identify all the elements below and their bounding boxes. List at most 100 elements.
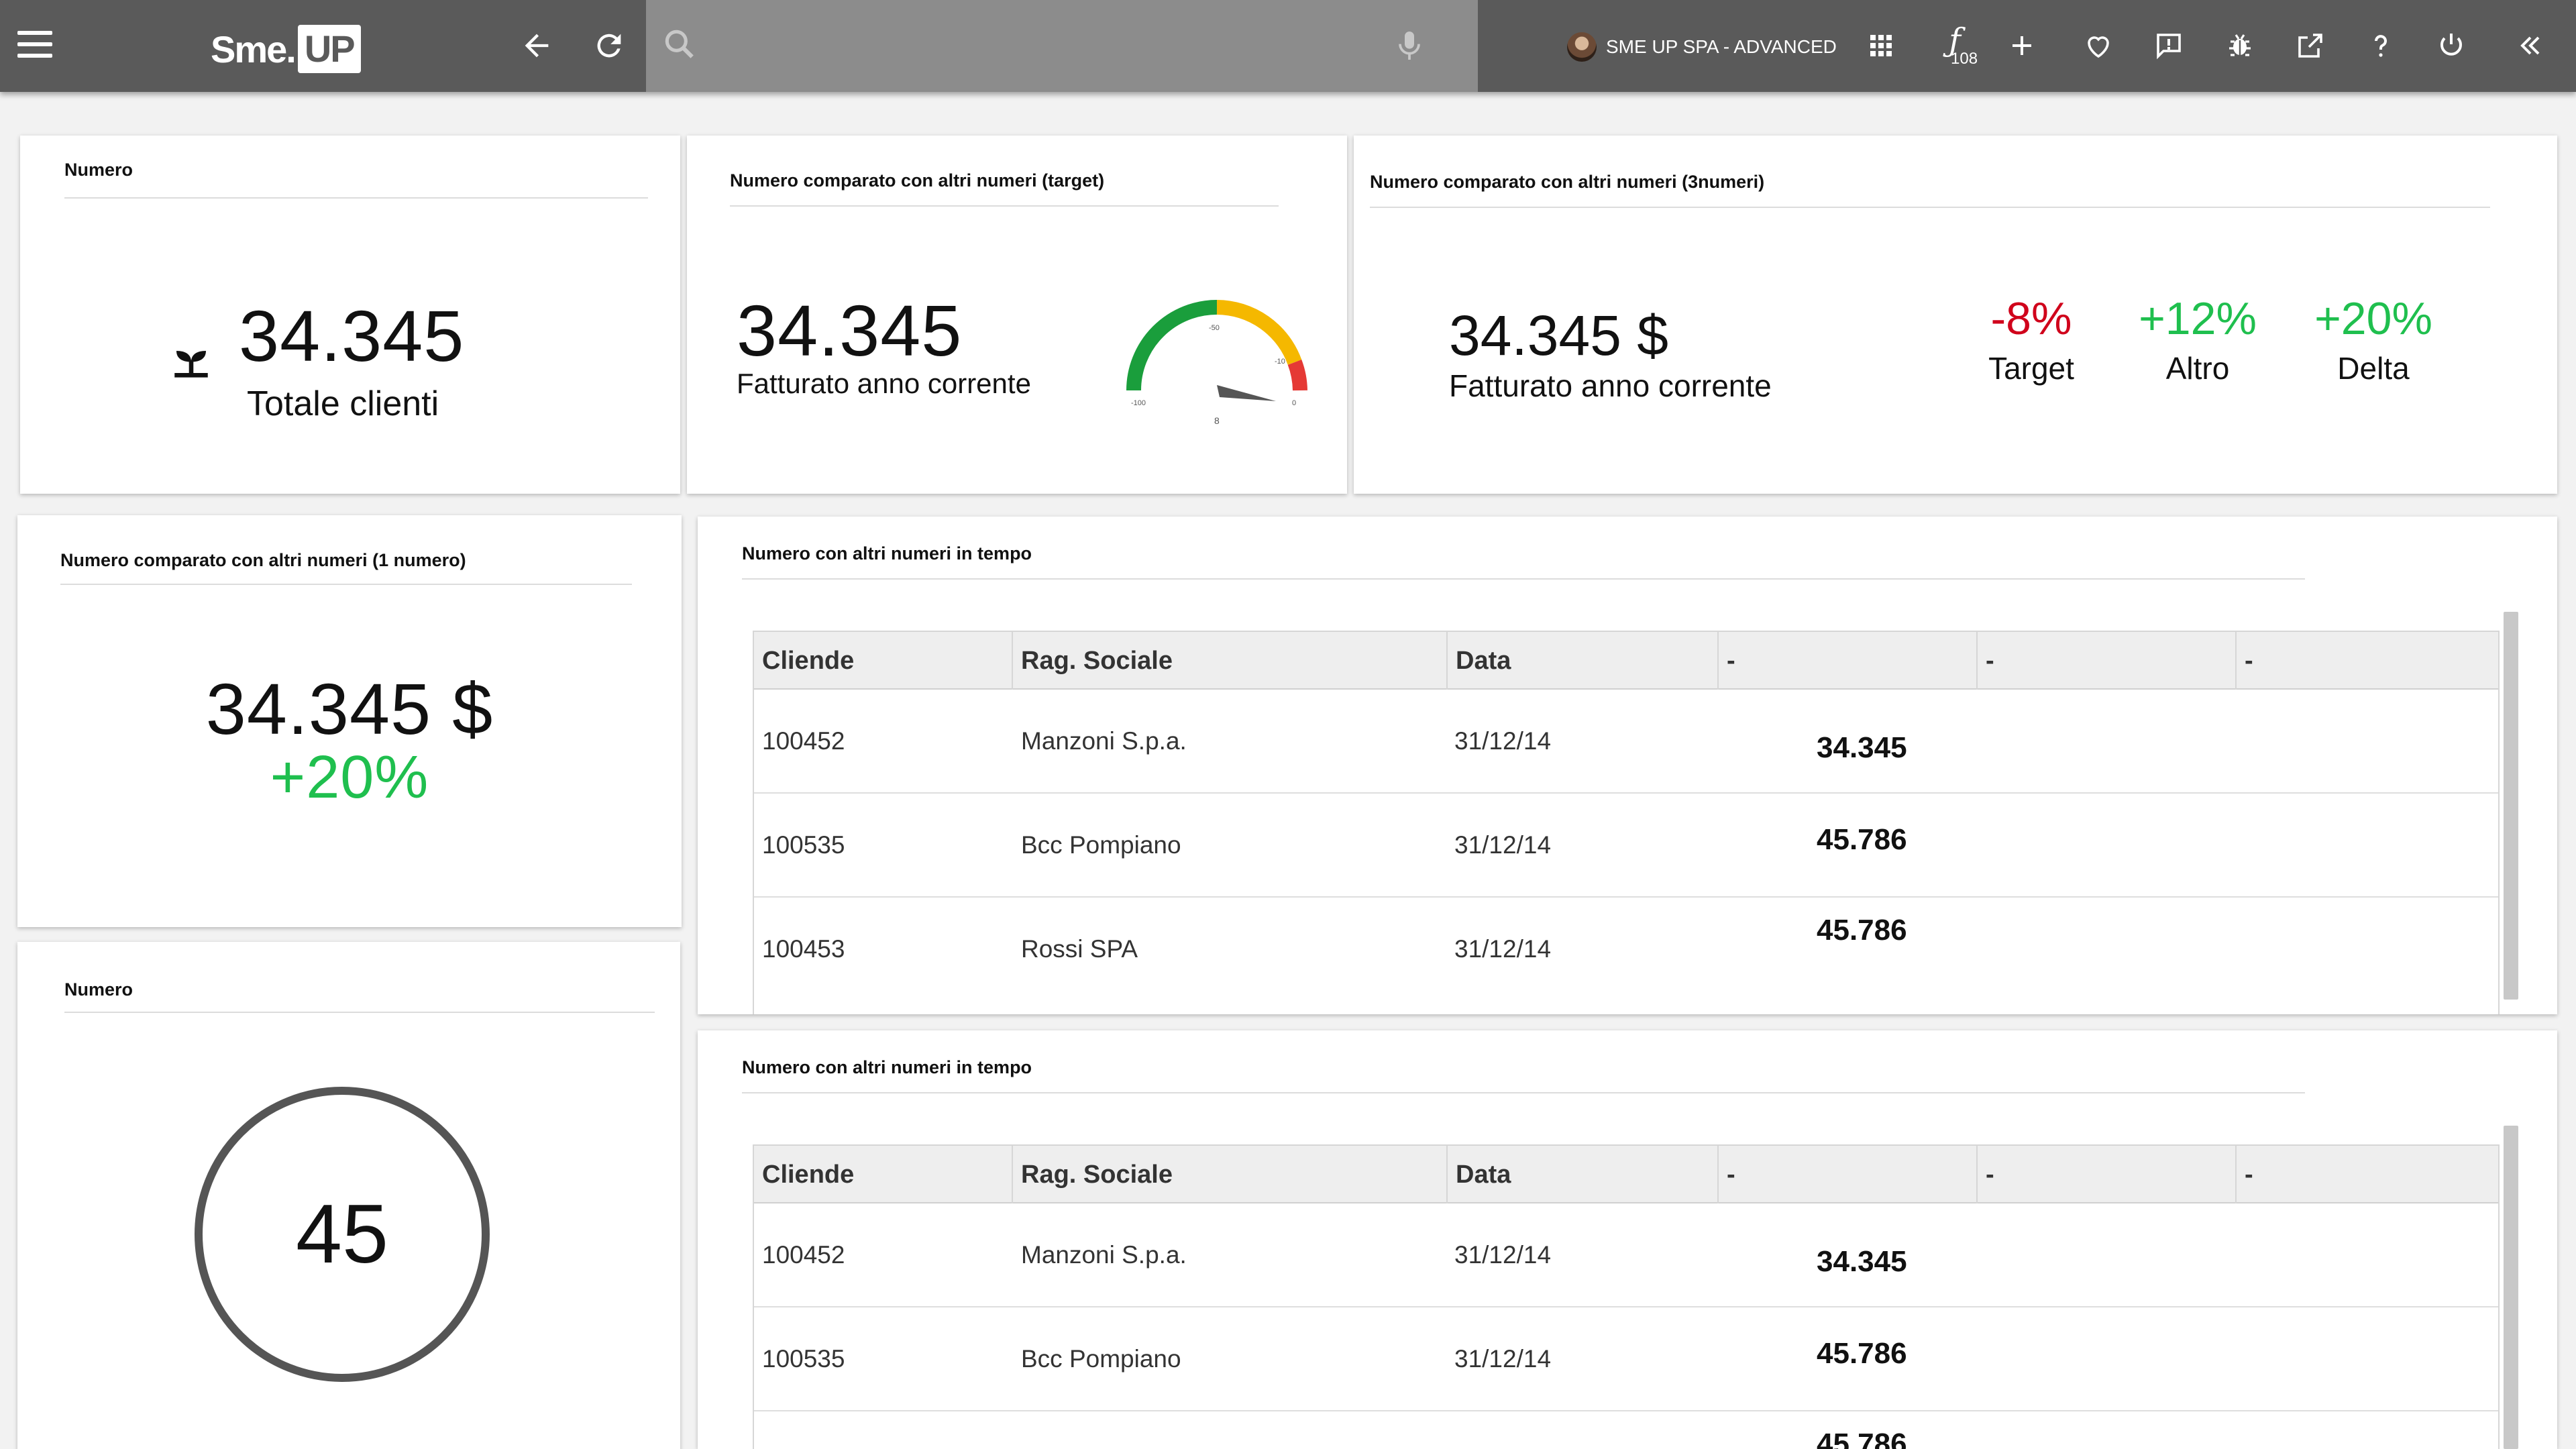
cell-name: Rossi SPA xyxy=(1021,935,1138,963)
card-title: Numero comparato con altri numeri (targe… xyxy=(730,170,1105,191)
cell-code: 100452 xyxy=(762,727,845,755)
cell-value: 45.786 xyxy=(1817,823,1907,856)
metric-altro-label: Altro xyxy=(2165,351,2230,386)
user-label: SME UP SPA - ADVANCED xyxy=(1606,36,1837,57)
table-row[interactable]: 100453 Rossi SPA 31/12/14 45.786 xyxy=(754,898,2498,1002)
microphone-icon[interactable] xyxy=(1391,25,1428,66)
vertical-scrollbar[interactable] xyxy=(2504,1126,2518,1449)
card-one-number: Numero comparato con altri numeri (1 num… xyxy=(17,515,682,927)
metric-delta-label: Delta xyxy=(2337,351,2410,386)
card-title: Numero con altri numeri in tempo xyxy=(742,1057,1032,1077)
search-icon xyxy=(665,30,694,58)
table-row[interactable]: 100452 Manzoni S.p.a. 31/12/14 34.345 xyxy=(754,690,2498,794)
menu-icon[interactable] xyxy=(13,25,56,63)
user-menu[interactable]: SME UP SPA - ADVANCED xyxy=(1567,31,1837,63)
kpi-label: Fatturato anno corrente xyxy=(737,368,1031,399)
table-header: Cliende Rag. Sociale Data - - - xyxy=(754,632,2498,690)
kpi-value: 34.345 xyxy=(239,295,465,376)
metric-delta-value: +20% xyxy=(2314,293,2432,344)
power-icon[interactable] xyxy=(2431,25,2471,66)
gauge-red xyxy=(1287,360,1307,391)
add-icon[interactable] xyxy=(2002,25,2042,66)
cell-value: 34.345 xyxy=(1817,731,1907,764)
search-bar[interactable] xyxy=(646,0,1478,92)
cell-value: 45.786 xyxy=(1817,1337,1907,1370)
column-header-dash-2[interactable]: - xyxy=(1978,1146,2237,1203)
divider xyxy=(1370,207,2490,208)
card-numero: Numero 34.345 Totale clienti xyxy=(20,136,680,494)
cell-value: 45.786 xyxy=(1817,1428,1907,1449)
bug-icon[interactable] xyxy=(2220,25,2260,66)
column-header-rag-sociale[interactable]: Rag. Sociale xyxy=(1013,632,1448,690)
vertical-scrollbar[interactable] xyxy=(2504,612,2518,1000)
kpi-value: 34.345 xyxy=(737,290,963,371)
kpi-label: Fatturato anno corrente xyxy=(1449,368,1772,403)
card-circle-number: Numero 45 xyxy=(17,942,680,1449)
card-table-2: Numero con altri numeri in tempo Cliende… xyxy=(698,1030,2557,1449)
cell-date: 31/12/14 xyxy=(1454,831,1552,859)
divider xyxy=(64,1012,655,1013)
column-header-cliende[interactable]: Cliende xyxy=(754,1146,1013,1203)
function-icon[interactable]: ƒ 108 xyxy=(1935,20,1978,68)
table-row[interactable]: 100535 Bcc Pompiano 31/12/14 45.786 xyxy=(754,1307,2498,1411)
column-header-dash-2[interactable]: - xyxy=(1978,632,2237,690)
feedback-icon[interactable] xyxy=(2149,25,2189,66)
cell-date: 31/12/14 xyxy=(1454,1241,1552,1269)
gauge-yellow xyxy=(1216,300,1302,365)
table-header: Cliende Rag. Sociale Data - - - xyxy=(754,1146,2498,1203)
help-icon[interactable] xyxy=(2361,25,2401,66)
card-table-1: Numero con altri numeri in tempo Cliende… xyxy=(698,517,2557,1014)
seedling-icon xyxy=(174,351,208,378)
metric-target-label: Target xyxy=(1988,351,2074,386)
number-circle: 45 xyxy=(195,1087,490,1382)
gauge-chart: -100 -50 -10 0 8 xyxy=(1126,300,1307,426)
kpi-label: Totale clienti xyxy=(247,384,439,423)
data-table: Cliende Rag. Sociale Data - - - 100452 M… xyxy=(753,1144,2500,1449)
table-row[interactable]: 100535 Bcc Pompiano 31/12/14 45.786 xyxy=(754,794,2498,898)
divider xyxy=(730,205,1279,207)
table-row[interactable]: 100452 Manzoni S.p.a. 31/12/14 34.345 xyxy=(754,1203,2498,1307)
heart-icon[interactable] xyxy=(2078,25,2118,66)
back-arrow-icon[interactable] xyxy=(515,24,558,67)
circle-value: 45 xyxy=(296,1188,388,1281)
column-header-dash-1[interactable]: - xyxy=(1719,632,1978,690)
logo-box: UP xyxy=(297,25,361,73)
top-bar: Sme. UP SME UP SPA - ADVANCED ƒ 108 xyxy=(0,0,2576,92)
card-target: Numero comparato con altri numeri (targe… xyxy=(687,136,1347,494)
divider xyxy=(64,197,648,199)
column-header-dash-3[interactable]: - xyxy=(2237,632,2498,690)
cell-name: Bcc Pompiano xyxy=(1021,1345,1181,1373)
app-logo[interactable]: Sme. UP xyxy=(211,23,361,74)
open-external-icon[interactable] xyxy=(2290,25,2330,66)
kpi-value: 34.345 $ xyxy=(1449,304,1668,367)
data-table: Cliende Rag. Sociale Data - - - 100452 M… xyxy=(753,631,2500,1014)
gauge-value-label: 8 xyxy=(1214,415,1220,426)
gauge-min-label: -100 xyxy=(1131,399,1146,407)
cell-code: 100535 xyxy=(762,1345,845,1373)
gauge-warn-label: -10 xyxy=(1275,358,1285,366)
gauge-green xyxy=(1126,300,1218,391)
column-header-dash-1[interactable]: - xyxy=(1719,1146,1978,1203)
collapse-icon[interactable] xyxy=(2510,25,2551,66)
table-row[interactable]: 45.786 xyxy=(754,1411,2498,1449)
column-header-dash-3[interactable]: - xyxy=(2237,1146,2498,1203)
kpi-value: 34.345 $ xyxy=(205,668,494,749)
column-header-data[interactable]: Data xyxy=(1448,1146,1719,1203)
divider xyxy=(742,578,2305,580)
cell-date: 31/12/14 xyxy=(1454,1345,1552,1373)
cell-name: Manzoni S.p.a. xyxy=(1021,1241,1187,1269)
search-input[interactable] xyxy=(710,20,1381,71)
column-header-cliende[interactable]: Cliende xyxy=(754,632,1013,690)
column-header-rag-sociale[interactable]: Rag. Sociale xyxy=(1013,1146,1448,1203)
kpi-delta: +20% xyxy=(270,744,429,811)
cell-code: 100535 xyxy=(762,831,845,859)
cell-value: 45.786 xyxy=(1817,914,1907,947)
card-title: Numero xyxy=(64,160,133,180)
cell-value: 34.345 xyxy=(1817,1245,1907,1278)
metric-target-value: -8% xyxy=(1990,293,2072,344)
refresh-icon[interactable] xyxy=(588,24,631,67)
column-header-data[interactable]: Data xyxy=(1448,632,1719,690)
card-three-numbers: Numero comparato con altri numeri (3nume… xyxy=(1354,136,2557,494)
apps-grid-icon[interactable] xyxy=(1861,25,1901,66)
divider xyxy=(742,1092,2305,1093)
